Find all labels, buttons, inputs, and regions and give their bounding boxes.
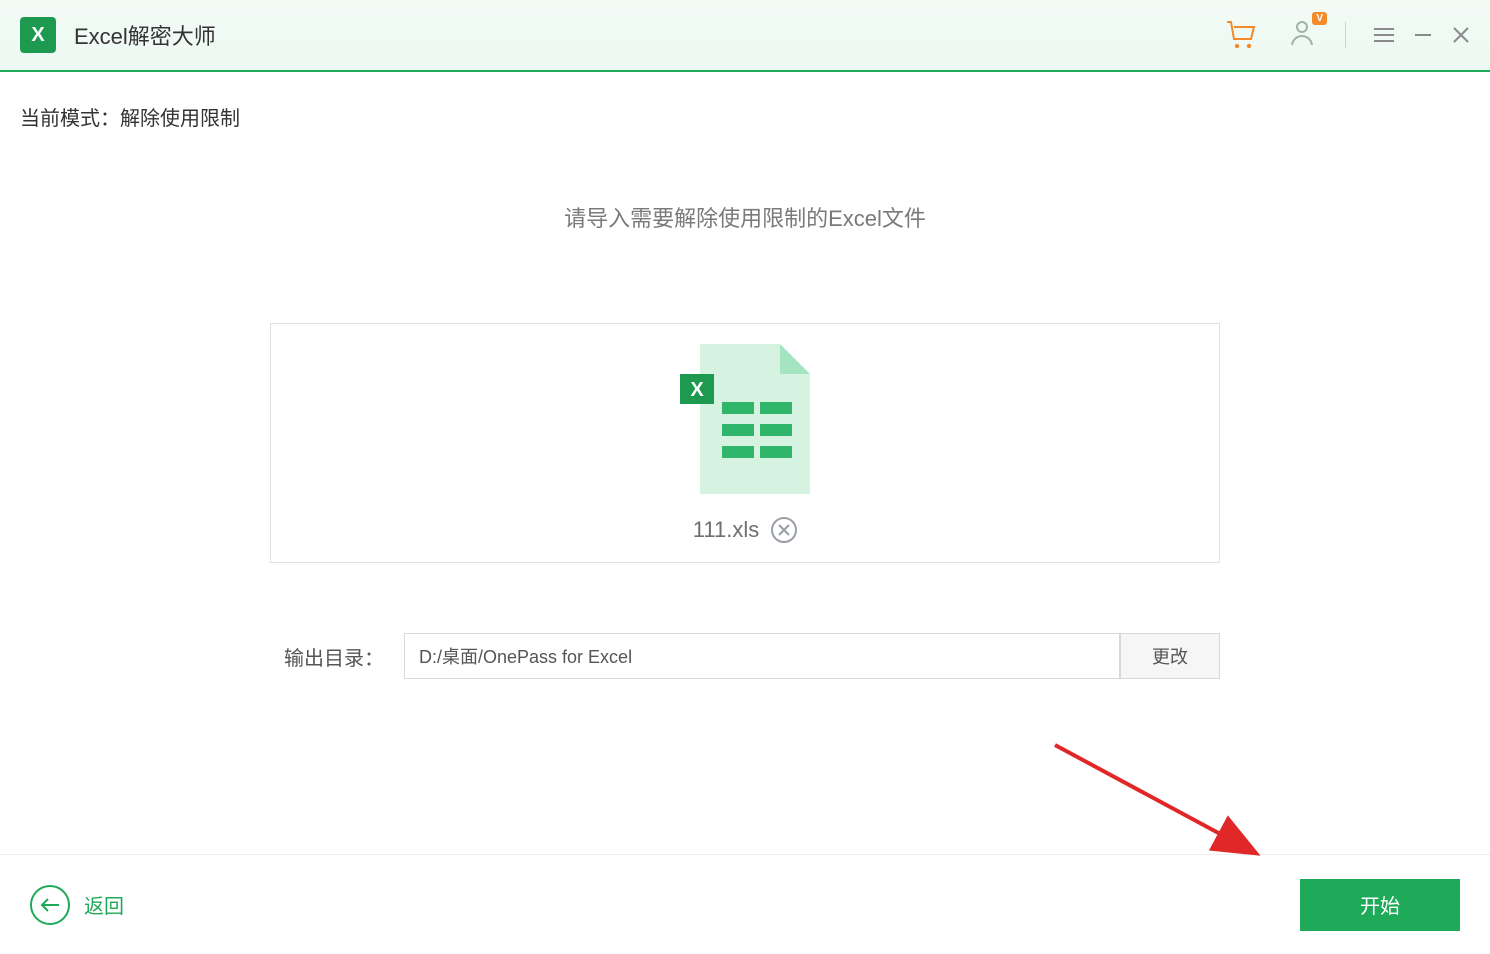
titlebar-right: V bbox=[1225, 18, 1470, 53]
mode-prefix: 当前模式： bbox=[20, 108, 120, 130]
mode-value: 解除使用限制 bbox=[120, 108, 240, 130]
import-instruction: 请导入需要解除使用限制的Excel文件 bbox=[20, 201, 1470, 233]
menu-icon[interactable] bbox=[1374, 27, 1394, 43]
file-dropzone[interactable]: X 111.xls bbox=[270, 323, 1220, 563]
footer: 返回 开始 bbox=[0, 854, 1490, 954]
main-content: 当前模式：解除使用限制 请导入需要解除使用限制的Excel文件 X 111.xl… bbox=[0, 72, 1490, 679]
change-output-button[interactable]: 更改 bbox=[1120, 633, 1220, 679]
back-arrow-icon bbox=[30, 885, 70, 925]
excel-file-icon: X bbox=[680, 344, 810, 499]
titlebar: X Excel解密大师 V bbox=[0, 0, 1490, 72]
output-row: 输出目录： 更改 bbox=[270, 633, 1220, 679]
start-button[interactable]: 开始 bbox=[1300, 879, 1460, 931]
file-name: 111.xls bbox=[693, 517, 759, 543]
back-button[interactable]: 返回 bbox=[30, 885, 124, 925]
app-title: Excel解密大师 bbox=[74, 19, 216, 51]
output-path-input[interactable] bbox=[404, 633, 1120, 679]
minimize-button[interactable] bbox=[1414, 26, 1432, 44]
user-icon[interactable]: V bbox=[1287, 18, 1317, 53]
back-label: 返回 bbox=[84, 890, 124, 919]
svg-text:X: X bbox=[690, 379, 704, 401]
remove-file-button[interactable] bbox=[771, 517, 797, 543]
vip-badge: V bbox=[1312, 12, 1327, 25]
window-controls bbox=[1374, 26, 1470, 44]
annotation-arrow bbox=[1050, 740, 1270, 870]
current-mode: 当前模式：解除使用限制 bbox=[20, 102, 1470, 131]
titlebar-divider bbox=[1345, 22, 1346, 48]
cart-icon[interactable] bbox=[1225, 19, 1259, 51]
file-name-row: 111.xls bbox=[693, 517, 797, 543]
excel-app-icon: X bbox=[20, 17, 56, 53]
output-label: 输出目录： bbox=[270, 642, 384, 671]
close-button[interactable] bbox=[1452, 26, 1470, 44]
